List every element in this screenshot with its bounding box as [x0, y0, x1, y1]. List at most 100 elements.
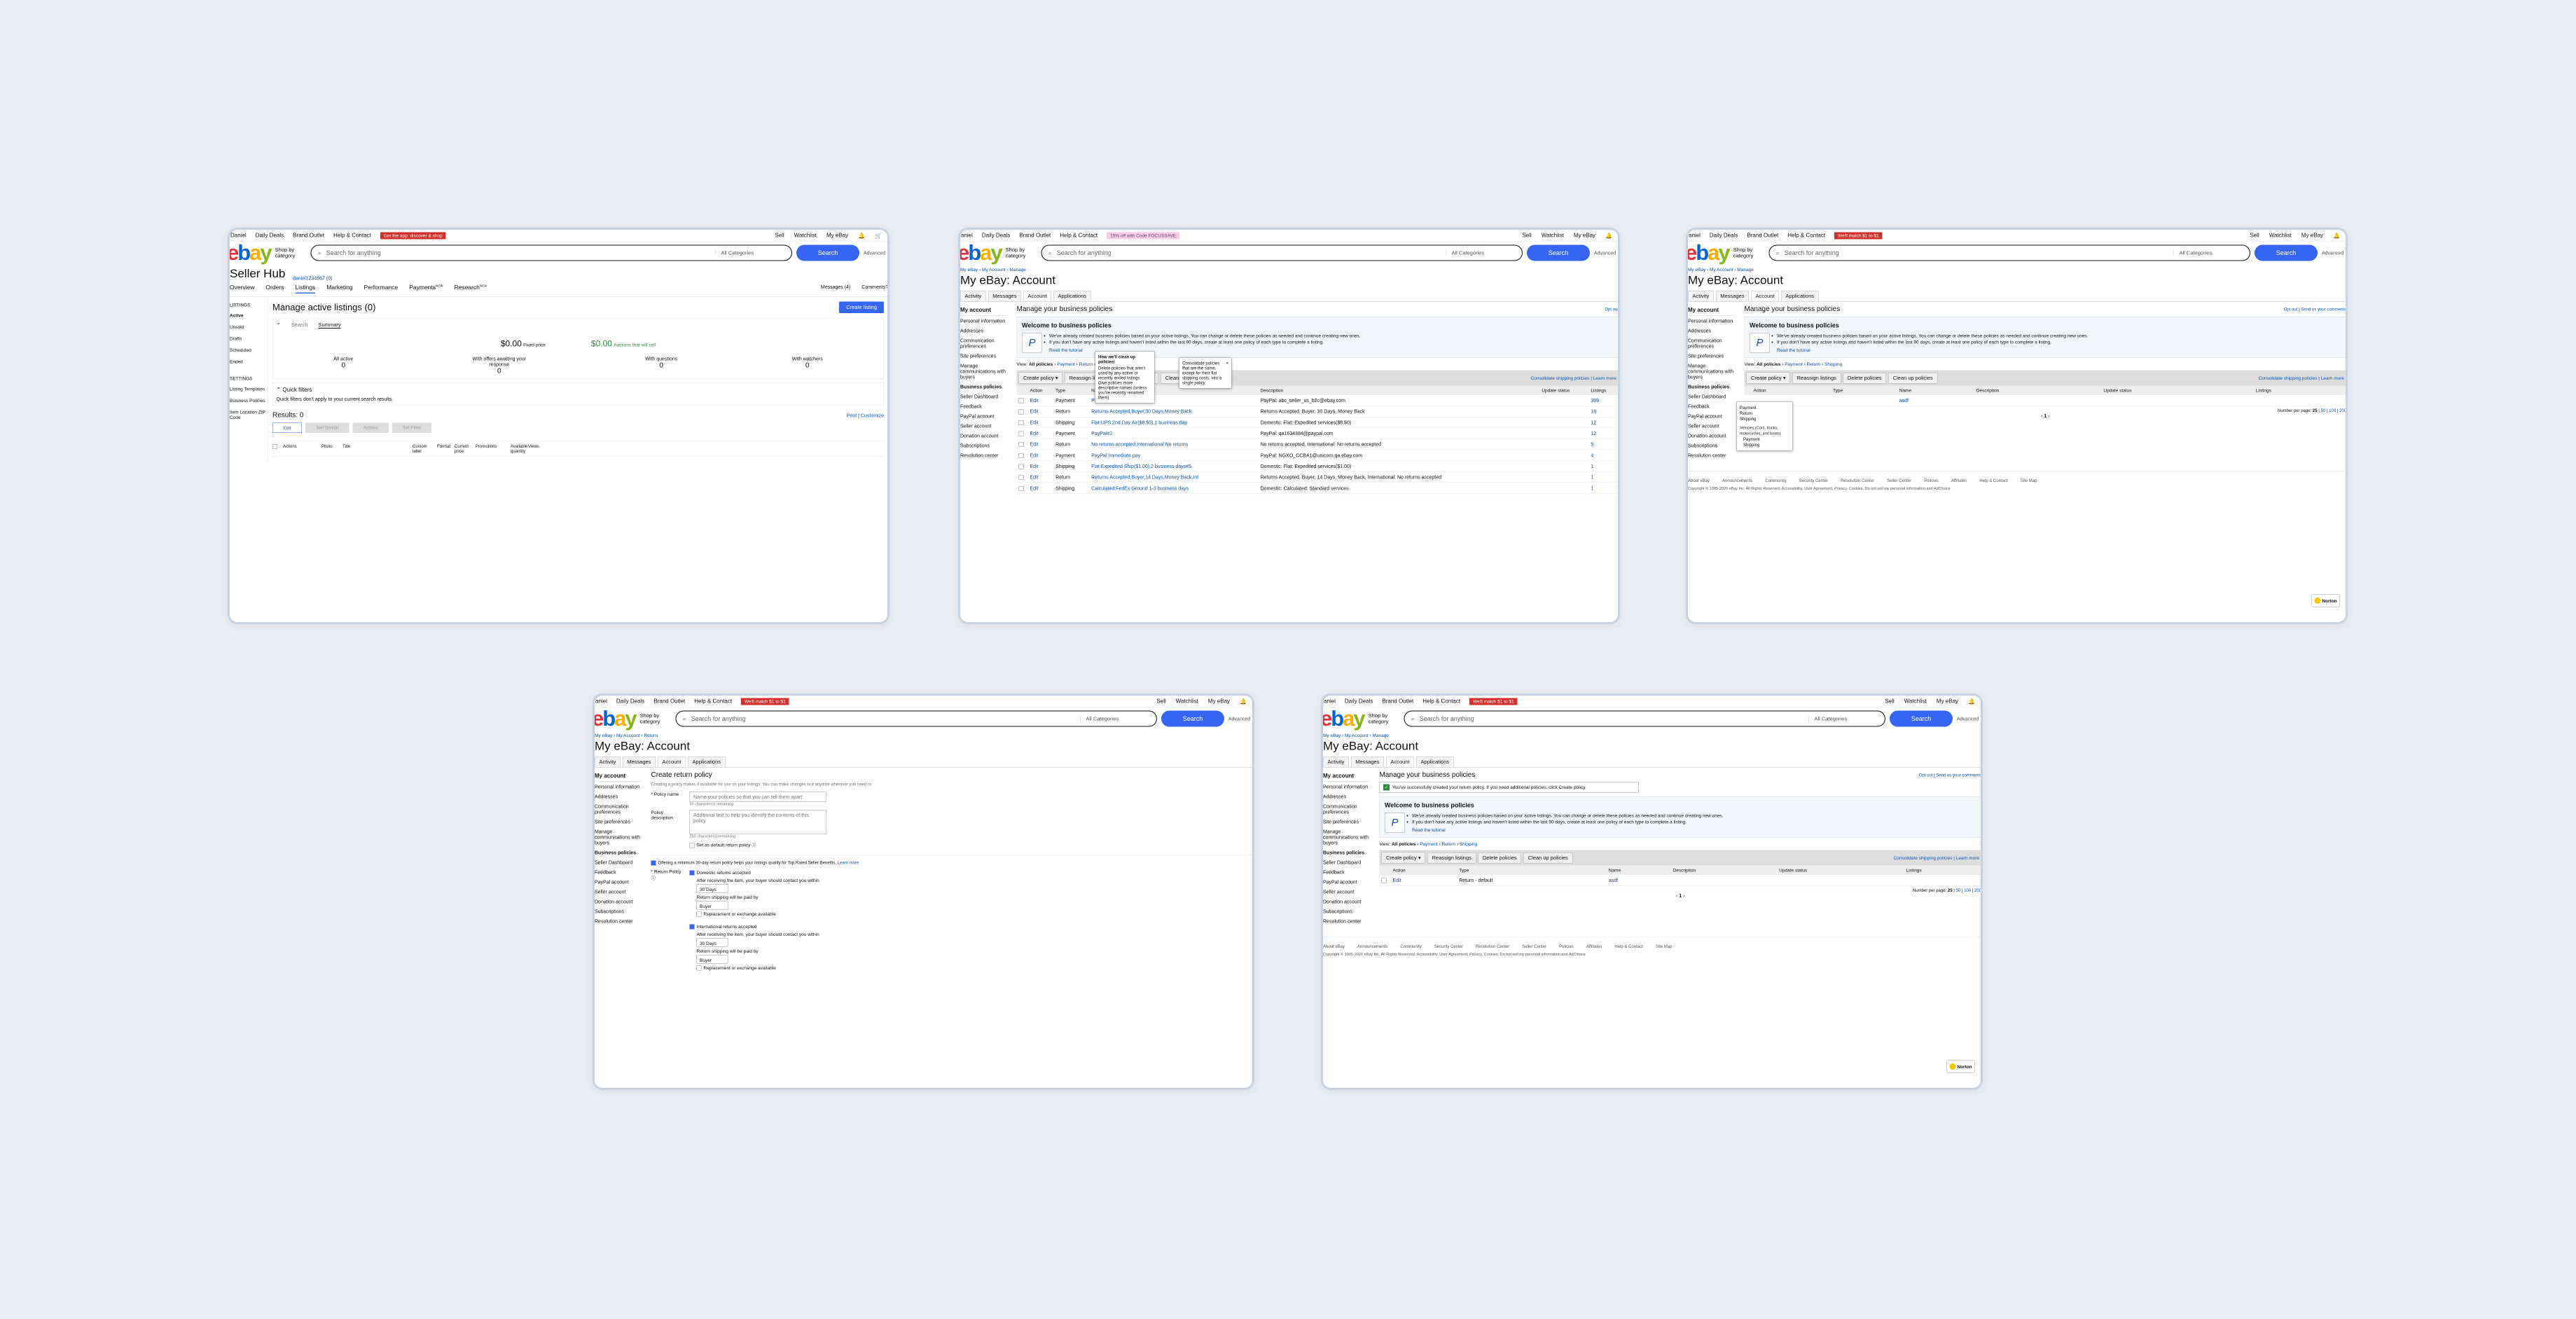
sidebar-item-subscriptions[interactable]: Subscriptions — [1688, 441, 1736, 450]
policy-name-input[interactable]: Name your policies so that you can tell … — [689, 792, 826, 802]
ebay-logo[interactable]: ebay — [1323, 707, 1366, 730]
myebay-link[interactable]: My eBay — [1208, 698, 1230, 705]
promo-banner[interactable]: 15% off with Code FOCUSSAVE — [1107, 232, 1180, 240]
nav-marketing[interactable]: Marketing — [326, 284, 352, 294]
row-checkbox[interactable] — [1016, 460, 1028, 472]
table-row[interactable]: Edit Payment PayPal#2 PayPal: qa1634384@pay… — [1016, 427, 1618, 439]
breadcrumb[interactable]: My eBay › My Account › Manage — [960, 267, 1618, 272]
intl-buyer-select[interactable]: Buyer — [690, 955, 819, 964]
sell-link[interactable]: Sell — [2250, 233, 2259, 239]
brand-outlet-link[interactable]: Brand Outlet — [1747, 233, 1778, 239]
daily-deals-link[interactable]: Daily Deals — [1710, 233, 1738, 239]
clean-up-policies-button[interactable]: Clean up policies — [1523, 852, 1573, 864]
myebay-link[interactable]: My eBay — [1574, 233, 1595, 239]
tab-activity[interactable]: Activity — [1688, 291, 1714, 301]
col-name[interactable]: Name — [1606, 865, 1671, 875]
footer-resolution[interactable]: Resolution Center — [1476, 944, 1509, 949]
read-tutorial-link[interactable]: Read the tutorial — [1750, 347, 2341, 353]
policy-name[interactable]: No returns accepted,International:No ret… — [1089, 438, 1259, 450]
edit-button[interactable]: Edit — [1027, 482, 1054, 494]
col-description[interactable]: Description — [1670, 865, 1778, 875]
tab-applications[interactable]: Applications — [1781, 291, 1819, 301]
edit-button[interactable]: Edit — [1027, 471, 1054, 483]
policy-listings[interactable]: 399 — [1588, 395, 1618, 406]
sidebar-item-personal[interactable]: Personal information — [960, 316, 1008, 326]
sidebar-item-seller[interactable]: Seller account — [960, 421, 1008, 431]
sidebar-item-seller[interactable]: Seller account — [1688, 421, 1736, 431]
sidebar-item-addresses[interactable]: Addresses — [1323, 792, 1371, 801]
sidebar-item-communication[interactable]: Communication preferences — [960, 336, 1008, 351]
col-action[interactable]: Action — [1027, 385, 1054, 395]
row-checkbox[interactable] — [1016, 427, 1028, 439]
sidebar-item-business-policies[interactable]: Business policies — [1323, 848, 1371, 857]
search-input[interactable]: ⌕ Search for anything All Categories — [310, 244, 792, 261]
promo-banner[interactable]: Get the app: discover & shop — [380, 232, 446, 240]
category-select[interactable]: All Categories — [1808, 715, 1878, 722]
col-type[interactable]: Type — [1053, 385, 1090, 395]
sidebar-item-manage-comm[interactable]: Manage communications with buyers — [1323, 827, 1371, 848]
ebay-logo[interactable]: ebay — [1688, 242, 1731, 264]
footer-about[interactable]: About eBay — [1323, 944, 1345, 949]
sidebar-heading[interactable]: My account — [1323, 771, 1371, 782]
ebay-logo[interactable]: ebay — [230, 242, 272, 264]
filter-return[interactable]: Return — [1079, 361, 1093, 367]
watchlist-link[interactable]: Watchlist — [1542, 233, 1564, 239]
row-checkbox[interactable] — [1016, 406, 1028, 417]
ebay-logo[interactable]: ebay — [960, 242, 1003, 264]
sidebar-item-personal[interactable]: Personal information — [1688, 316, 1736, 326]
help-link[interactable]: Help & Contact — [1787, 233, 1825, 239]
sidebar-item-zip[interactable]: Item Location ZIP Code — [230, 406, 268, 423]
daily-deals-link[interactable]: Daily Deals — [616, 698, 644, 705]
row-checkbox[interactable] — [1016, 449, 1028, 461]
tab-applications[interactable]: Applications — [1416, 757, 1454, 767]
sidebar-item-subscriptions[interactable]: Subscriptions — [1323, 906, 1371, 916]
sidebar-item-site[interactable]: Site preferences — [960, 351, 1008, 361]
col-title[interactable]: Title — [342, 444, 413, 454]
table-row[interactable]: Edit Return No returns accepted,Internatio… — [1016, 438, 1618, 450]
tab-applications[interactable]: Applications — [1053, 291, 1091, 301]
consolidate-link[interactable]: Consolidate shipping policies | Learn mo… — [1894, 855, 1979, 861]
policy-listings[interactable]: 12 — [1588, 417, 1618, 428]
advanced-link[interactable]: Advanced — [1228, 716, 1252, 721]
username-link[interactable]: daniel1234567 (0) — [293, 275, 332, 281]
auction-amount[interactable]: $0.00 Auctions that will sell — [591, 339, 656, 349]
bell-icon[interactable]: 🔔 — [2333, 232, 2340, 239]
shop-by-category[interactable]: Shop by category — [1369, 713, 1400, 725]
col-name[interactable]: Name — [1897, 385, 1974, 395]
sidebar-item-paypal[interactable]: PayPal account — [960, 411, 1008, 421]
delete-policies-button[interactable]: Delete policies — [1843, 372, 1887, 384]
policy-listings[interactable]: 16 — [1588, 406, 1618, 417]
filter-payment[interactable]: Payment — [1785, 361, 1803, 367]
row-checkbox[interactable] — [1016, 417, 1028, 428]
watchlist-link[interactable]: Watchlist — [1904, 698, 1927, 705]
edit-button[interactable]: Edit — [1027, 460, 1054, 472]
sidebar-item-resolution[interactable]: Resolution center — [960, 450, 1008, 460]
advanced-link[interactable]: Advanced — [2322, 250, 2346, 256]
sidebar-item-paypal[interactable]: PayPal account — [595, 877, 642, 887]
nav-overview[interactable]: Overview — [230, 284, 254, 294]
filter-payment[interactable]: Payment — [1420, 841, 1438, 847]
intl-days-select[interactable]: 30 Days — [690, 938, 819, 947]
search-button[interactable]: Search — [1527, 244, 1590, 261]
col-custom-label[interactable]: Custom label — [413, 444, 437, 454]
row-checkbox[interactable] — [1016, 482, 1028, 494]
sidebar-item-feedback[interactable]: Feedback — [1688, 401, 1736, 411]
filter-shipping[interactable]: Shipping — [1460, 841, 1477, 847]
sidebar-item-feedback[interactable]: Feedback — [960, 401, 1008, 411]
brand-outlet-link[interactable]: Brand Outlet — [293, 233, 324, 239]
filter-return[interactable]: Return — [1807, 361, 1821, 367]
edit-button[interactable]: Edit — [1027, 449, 1054, 461]
sidebar-item-communication[interactable]: Communication preferences — [1323, 801, 1371, 817]
sell-similar-button[interactable]: Sell Similar — [305, 422, 349, 433]
footer-community[interactable]: Community — [1765, 478, 1786, 483]
actions-button[interactable]: Actions — [352, 422, 389, 433]
sidebar-item-communication[interactable]: Communication preferences — [1688, 336, 1736, 351]
advanced-link[interactable]: Advanced — [864, 250, 887, 256]
sidebar-item-scheduled[interactable]: Scheduled — [230, 345, 268, 357]
search-input[interactable]: ⌕ Search for anything All Categories — [1768, 244, 2250, 261]
clean-up-policies-button[interactable]: Clean up policies — [1888, 372, 1938, 384]
customize-link[interactable]: Customize — [861, 413, 884, 418]
intl-replacement-checkbox[interactable]: Replacement or exchange available — [690, 964, 819, 972]
learn-more-link[interactable]: Learn more — [838, 860, 859, 865]
tab-account[interactable]: Account — [1023, 291, 1052, 301]
